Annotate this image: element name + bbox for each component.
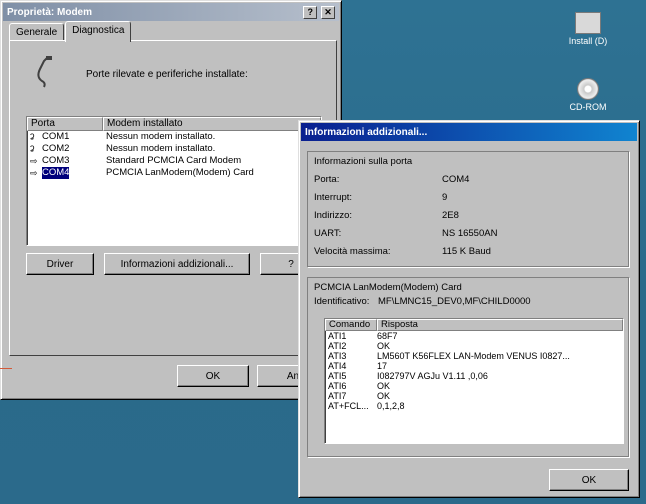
diagnostica-page: Porte rilevate e periferiche installate:… — [9, 40, 337, 356]
desktop-icon-install[interactable]: Install (D) — [548, 12, 628, 47]
response-row[interactable]: ATI2 OK — [325, 341, 623, 351]
port-row-selected[interactable]: ⇨ COM4 PCMCIA LanModem(Modem) Card — [27, 167, 321, 179]
port-row[interactable]: ⇨ COM3 Standard PCMCIA Card Modem — [27, 155, 321, 167]
max-speed-value: 115 K Baud — [442, 246, 491, 257]
modem-info-group: PCMCIA LanModem(Modem) Card Identificati… — [307, 277, 629, 457]
uart-value: NS 16550AN — [442, 228, 498, 239]
more-info-window: Informazioni addizionali... Informazioni… — [298, 120, 640, 498]
port-key: Porta: — [314, 174, 340, 185]
address-key: Indirizzo: — [314, 210, 353, 221]
modem-cable-icon — [37, 56, 52, 88]
uart-key: UART: — [314, 228, 342, 239]
column-comando[interactable]: Comando — [325, 319, 377, 331]
response-row[interactable]: AT+FCL... 0,1,2,8 — [325, 401, 623, 411]
tab-generale[interactable]: Generale — [9, 23, 65, 41]
port-row[interactable]: ʡ COM2 Nessun modem installato. — [27, 143, 321, 155]
modem-icon: ⇨ — [30, 156, 38, 166]
driver-button[interactable]: Driver — [26, 253, 94, 275]
ports-description: Porte rilevate e periferiche installate: — [86, 69, 248, 80]
max-speed-key: Velocità massima: — [314, 246, 391, 257]
drive-icon — [575, 12, 601, 34]
serial-port-icon: ʡ — [30, 144, 35, 154]
ports-list-header: Porta Modem installato — [27, 117, 321, 131]
port-value: COM4 — [442, 174, 470, 185]
desktop-icon-label: Install (D) — [568, 36, 608, 46]
response-row[interactable]: ATI3 LM560T K56FLEX LAN-Modem VENUS I0827… — [325, 351, 623, 361]
response-row[interactable]: ATI5 I082797V AGJu V1.11 ,0,06 — [325, 371, 623, 381]
ports-list[interactable]: Porta Modem installato ʡ COM1 Nessun mode… — [26, 116, 322, 246]
tab-diagnostica[interactable]: Diagnostica — [65, 21, 132, 42]
serial-port-icon: ʡ — [30, 132, 35, 142]
close-title-button[interactable]: ✕ — [321, 5, 335, 19]
cdrom-icon — [577, 78, 599, 100]
ok-button[interactable]: OK — [177, 365, 249, 387]
identifier-key: Identificativo: — [314, 296, 370, 307]
help-title-button[interactable]: ? — [303, 5, 318, 19]
group-label: Informazioni sulla porta — [314, 156, 413, 167]
modem-icon: ⇨ — [30, 168, 38, 178]
port-row[interactable]: ʡ COM1 Nessun modem installato. — [27, 131, 321, 143]
response-row[interactable]: ATI1 68F7 — [325, 331, 623, 341]
column-porta[interactable]: Porta — [27, 117, 103, 131]
column-modem[interactable]: Modem installato — [103, 117, 321, 131]
responses-list-header: Comando Risposta — [325, 319, 623, 331]
annotation-line — [0, 368, 12, 369]
responses-list[interactable]: Comando Risposta ATI1 68F7 ATI2 OK ATI3 LM5… — [324, 318, 624, 444]
desktop-icon-label: CD-ROM — [569, 102, 607, 112]
response-row[interactable]: ATI4 17 — [325, 361, 623, 371]
window-title: Proprietà: Modem — [7, 6, 93, 18]
desktop-icon-cdrom[interactable]: CD-ROM — [548, 78, 628, 113]
more-info-button[interactable]: Informazioni addizionali... — [104, 253, 250, 275]
window-title: Informazioni addizionali... — [305, 126, 428, 138]
group-label: PCMCIA LanModem(Modem) Card — [314, 282, 462, 293]
port-info-group: Informazioni sulla porta Porta: COM4 Int… — [307, 151, 629, 267]
response-row[interactable]: ATI7 OK — [325, 391, 623, 401]
interrupt-value: 9 — [442, 192, 448, 203]
response-row[interactable]: ATI6 OK — [325, 381, 623, 391]
identifier-value: MF\LMNC15_DEV0,MF\CHILD0000 — [378, 296, 531, 307]
column-risposta[interactable]: Risposta — [377, 319, 623, 331]
interrupt-key: Interrupt: — [314, 192, 353, 203]
more-info-titlebar: Informazioni addizionali... — [301, 123, 637, 141]
modem-properties-window: Proprietà: Modem ? ✕ Generale Diagnostic… — [0, 0, 342, 400]
ok-button[interactable]: OK — [549, 469, 629, 491]
address-value: 2E8 — [442, 210, 459, 221]
modem-properties-titlebar: Proprietà: Modem ? ✕ — [3, 3, 339, 21]
